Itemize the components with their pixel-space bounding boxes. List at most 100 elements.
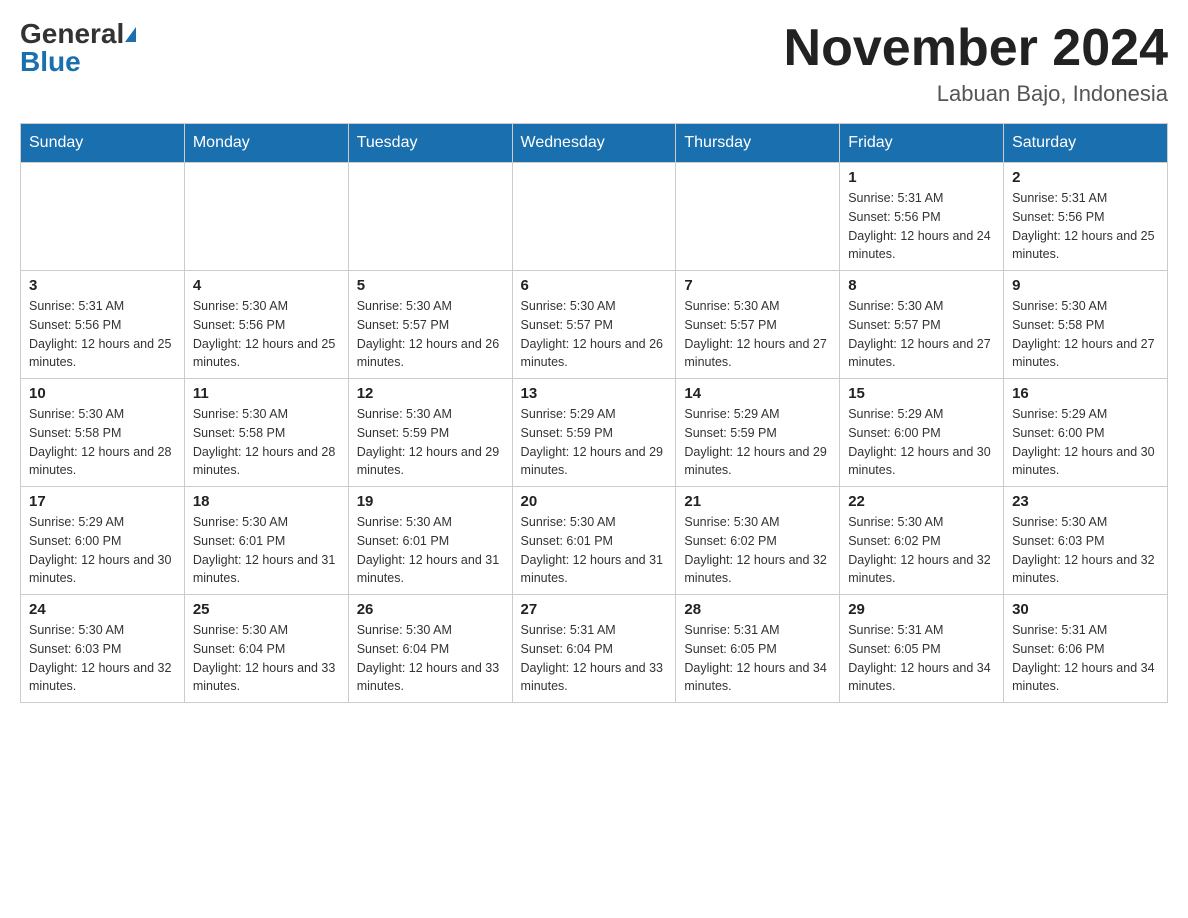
day-number: 9 bbox=[1012, 277, 1159, 294]
day-number: 14 bbox=[684, 385, 831, 402]
table-row: 6 Sunrise: 5:30 AMSunset: 5:57 PMDaylight… bbox=[512, 271, 676, 379]
month-title: November 2024 bbox=[784, 20, 1168, 77]
table-row bbox=[676, 163, 840, 271]
table-row: 19Sunrise: 5:30 AMSunset: 6:01 PMDayligh… bbox=[348, 487, 512, 595]
day-info: Sunrise: 5:29 AMSunset: 5:59 PMDaylight:… bbox=[684, 405, 831, 480]
day-info: Sunrise: 5:30 AMSunset: 6:03 PMDaylight:… bbox=[29, 621, 176, 696]
day-number: 3 bbox=[29, 277, 176, 294]
day-number: 19 bbox=[357, 493, 504, 510]
day-number: 12 bbox=[357, 385, 504, 402]
table-row bbox=[512, 163, 676, 271]
day-info: Sunrise: 5:30 AMSunset: 6:02 PMDaylight:… bbox=[684, 513, 831, 588]
day-number: 10 bbox=[29, 385, 176, 402]
table-row: 5 Sunrise: 5:30 AMSunset: 5:57 PMDaylight… bbox=[348, 271, 512, 379]
calendar-week-row: 10 Sunrise: 5:30 AMSunset: 5:58 PMDayligh… bbox=[21, 379, 1168, 487]
table-row: 18Sunrise: 5:30 AMSunset: 6:01 PMDayligh… bbox=[184, 487, 348, 595]
day-number: 2 bbox=[1012, 169, 1159, 186]
day-number: 18 bbox=[193, 493, 340, 510]
day-info: Sunrise: 5:31 AMSunset: 6:05 PMDaylight:… bbox=[848, 621, 995, 696]
day-info: Sunrise: 5:30 AMSunset: 5:57 PMDaylight:… bbox=[684, 297, 831, 372]
page-header: General Blue November 2024 Labuan Bajo, … bbox=[20, 20, 1168, 107]
day-number: 8 bbox=[848, 277, 995, 294]
day-number: 23 bbox=[1012, 493, 1159, 510]
day-info: Sunrise: 5:29 AMSunset: 5:59 PMDaylight:… bbox=[521, 405, 668, 480]
day-number: 25 bbox=[193, 601, 340, 618]
day-info: Sunrise: 5:31 AMSunset: 5:56 PMDaylight:… bbox=[848, 189, 995, 264]
table-row: 9Sunrise: 5:30 AMSunset: 5:58 PMDaylight… bbox=[1004, 271, 1168, 379]
table-row: 12Sunrise: 5:30 AMSunset: 5:59 PMDayligh… bbox=[348, 379, 512, 487]
day-info: Sunrise: 5:29 AMSunset: 6:00 PMDaylight:… bbox=[1012, 405, 1159, 480]
calendar-week-row: 3Sunrise: 5:31 AMSunset: 5:56 PMDaylight… bbox=[21, 271, 1168, 379]
title-block: November 2024 Labuan Bajo, Indonesia bbox=[784, 20, 1168, 107]
table-row bbox=[348, 163, 512, 271]
day-number: 29 bbox=[848, 601, 995, 618]
day-number: 30 bbox=[1012, 601, 1159, 618]
logo-general-text: General bbox=[20, 20, 124, 48]
day-number: 27 bbox=[521, 601, 668, 618]
table-row: 23 Sunrise: 5:30 AMSunset: 6:03 PMDayligh… bbox=[1004, 487, 1168, 595]
day-number: 28 bbox=[684, 601, 831, 618]
table-row: 2 Sunrise: 5:31 AMSunset: 5:56 PMDaylight… bbox=[1004, 163, 1168, 271]
day-info: Sunrise: 5:30 AMSunset: 5:57 PMDaylight:… bbox=[521, 297, 668, 372]
table-row: 11Sunrise: 5:30 AMSunset: 5:58 PMDayligh… bbox=[184, 379, 348, 487]
day-info: Sunrise: 5:30 AMSunset: 5:57 PMDaylight:… bbox=[357, 297, 504, 372]
day-number: 13 bbox=[521, 385, 668, 402]
day-number: 20 bbox=[521, 493, 668, 510]
day-info: Sunrise: 5:31 AMSunset: 6:06 PMDaylight:… bbox=[1012, 621, 1159, 696]
day-number: 26 bbox=[357, 601, 504, 618]
col-tuesday: Tuesday bbox=[348, 124, 512, 163]
day-info: Sunrise: 5:30 AMSunset: 6:03 PMDaylight:… bbox=[1012, 513, 1159, 588]
table-row: 16 Sunrise: 5:29 AMSunset: 6:00 PMDayligh… bbox=[1004, 379, 1168, 487]
logo-blue-text: Blue bbox=[20, 46, 81, 77]
table-row: 13 Sunrise: 5:29 AMSunset: 5:59 PMDayligh… bbox=[512, 379, 676, 487]
day-number: 16 bbox=[1012, 385, 1159, 402]
day-number: 11 bbox=[193, 385, 340, 402]
day-info: Sunrise: 5:30 AMSunset: 5:56 PMDaylight:… bbox=[193, 297, 340, 372]
table-row: 30 Sunrise: 5:31 AMSunset: 6:06 PMDayligh… bbox=[1004, 595, 1168, 703]
day-number: 22 bbox=[848, 493, 995, 510]
calendar-table: Sunday Monday Tuesday Wednesday Thursday… bbox=[20, 123, 1168, 703]
table-row: 15 Sunrise: 5:29 AMSunset: 6:00 PMDayligh… bbox=[840, 379, 1004, 487]
logo-triangle-icon bbox=[125, 27, 136, 42]
day-number: 5 bbox=[357, 277, 504, 294]
day-info: Sunrise: 5:30 AMSunset: 5:58 PMDaylight:… bbox=[29, 405, 176, 480]
table-row: 27 Sunrise: 5:31 AMSunset: 6:04 PMDayligh… bbox=[512, 595, 676, 703]
table-row: 22Sunrise: 5:30 AMSunset: 6:02 PMDayligh… bbox=[840, 487, 1004, 595]
day-info: Sunrise: 5:31 AMSunset: 5:56 PMDaylight:… bbox=[1012, 189, 1159, 264]
day-number: 15 bbox=[848, 385, 995, 402]
day-number: 21 bbox=[684, 493, 831, 510]
day-info: Sunrise: 5:29 AMSunset: 6:00 PMDaylight:… bbox=[848, 405, 995, 480]
day-number: 7 bbox=[684, 277, 831, 294]
day-info: Sunrise: 5:31 AMSunset: 6:04 PMDaylight:… bbox=[521, 621, 668, 696]
table-row: 21 Sunrise: 5:30 AMSunset: 6:02 PMDayligh… bbox=[676, 487, 840, 595]
table-row: 3Sunrise: 5:31 AMSunset: 5:56 PMDaylight… bbox=[21, 271, 185, 379]
calendar-week-row: 17 Sunrise: 5:29 AMSunset: 6:00 PMDayligh… bbox=[21, 487, 1168, 595]
col-friday: Friday bbox=[840, 124, 1004, 163]
table-row bbox=[21, 163, 185, 271]
day-info: Sunrise: 5:30 AMSunset: 5:57 PMDaylight:… bbox=[848, 297, 995, 372]
table-row: 10 Sunrise: 5:30 AMSunset: 5:58 PMDayligh… bbox=[21, 379, 185, 487]
day-info: Sunrise: 5:31 AMSunset: 6:05 PMDaylight:… bbox=[684, 621, 831, 696]
day-number: 24 bbox=[29, 601, 176, 618]
calendar-week-row: 24 Sunrise: 5:30 AMSunset: 6:03 PMDayligh… bbox=[21, 595, 1168, 703]
col-wednesday: Wednesday bbox=[512, 124, 676, 163]
col-saturday: Saturday bbox=[1004, 124, 1168, 163]
table-row: 17 Sunrise: 5:29 AMSunset: 6:00 PMDayligh… bbox=[21, 487, 185, 595]
table-row: 24 Sunrise: 5:30 AMSunset: 6:03 PMDayligh… bbox=[21, 595, 185, 703]
table-row: 4 Sunrise: 5:30 AMSunset: 5:56 PMDaylight… bbox=[184, 271, 348, 379]
col-thursday: Thursday bbox=[676, 124, 840, 163]
table-row: 20Sunrise: 5:30 AMSunset: 6:01 PMDayligh… bbox=[512, 487, 676, 595]
table-row bbox=[184, 163, 348, 271]
col-monday: Monday bbox=[184, 124, 348, 163]
col-sunday: Sunday bbox=[21, 124, 185, 163]
table-row: 7 Sunrise: 5:30 AMSunset: 5:57 PMDaylight… bbox=[676, 271, 840, 379]
day-number: 4 bbox=[193, 277, 340, 294]
day-number: 17 bbox=[29, 493, 176, 510]
table-row: 25Sunrise: 5:30 AMSunset: 6:04 PMDayligh… bbox=[184, 595, 348, 703]
day-info: Sunrise: 5:30 AMSunset: 6:04 PMDaylight:… bbox=[357, 621, 504, 696]
table-row: 1 Sunrise: 5:31 AMSunset: 5:56 PMDaylight… bbox=[840, 163, 1004, 271]
day-info: Sunrise: 5:29 AMSunset: 6:00 PMDaylight:… bbox=[29, 513, 176, 588]
location-subtitle: Labuan Bajo, Indonesia bbox=[784, 81, 1168, 107]
day-number: 6 bbox=[521, 277, 668, 294]
day-number: 1 bbox=[848, 169, 995, 186]
